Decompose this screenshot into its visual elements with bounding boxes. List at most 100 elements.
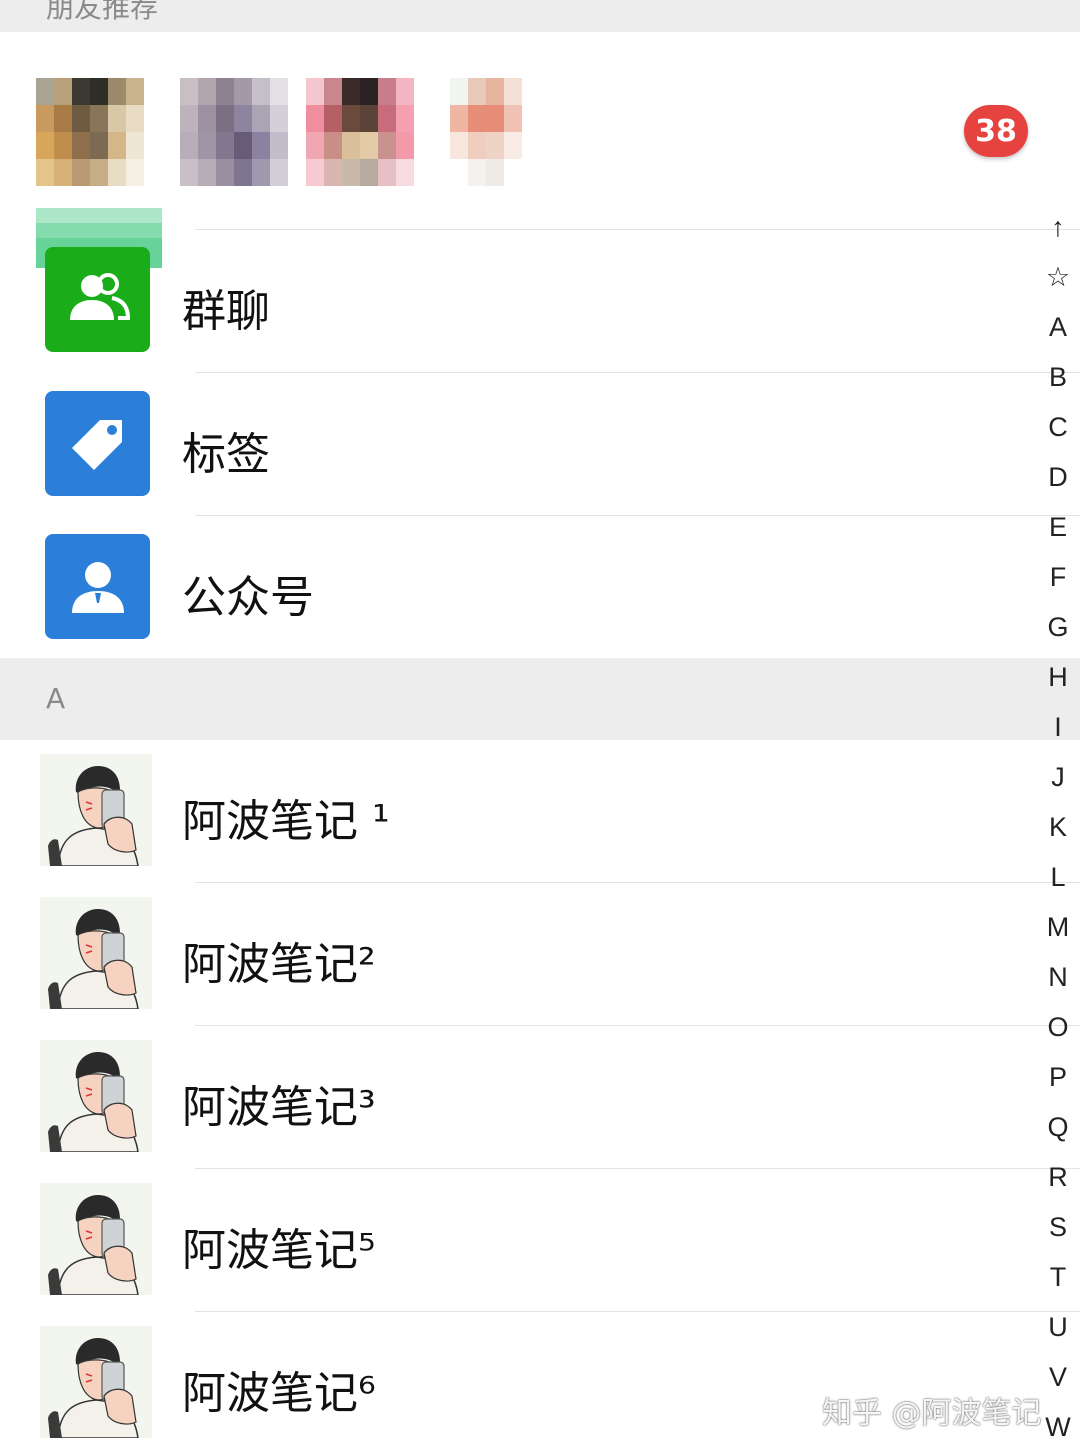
index-letter[interactable]: V [1036, 1362, 1080, 1393]
unread-badge: 38 [964, 105, 1028, 157]
entry-label: 群聊 [182, 286, 270, 337]
avatar-pixel [90, 159, 108, 186]
contact-row[interactable]: 阿波笔记 ¹ [0, 741, 1040, 884]
index-letter[interactable]: C [1036, 412, 1080, 443]
contact-row[interactable]: 阿波笔记⁶ [0, 1313, 1040, 1454]
index-letter[interactable]: L [1036, 862, 1080, 893]
avatar-pixel [36, 78, 54, 105]
avatar-pixel [540, 105, 558, 132]
avatar-pixel [198, 159, 216, 186]
avatar-pixel [540, 78, 558, 105]
index-letter[interactable]: P [1036, 1062, 1080, 1093]
contact-avatar [40, 1183, 152, 1295]
recommend-avatar-3[interactable] [306, 78, 414, 186]
avatar-pixel [90, 105, 108, 132]
index-letter[interactable]: O [1036, 1012, 1080, 1043]
entry-tags[interactable]: 标签 [0, 374, 1040, 516]
contact-avatar [40, 754, 152, 866]
avatar-pixel [252, 159, 270, 186]
index-letter[interactable]: K [1036, 812, 1080, 843]
watermark: 知乎 @阿波笔记 [822, 1396, 1042, 1431]
avatar-pixel [378, 78, 396, 105]
avatar-pixel [180, 159, 198, 186]
avatar-pixel [360, 159, 378, 186]
index-letter[interactable]: E [1036, 512, 1080, 543]
avatar-pixel [486, 132, 504, 159]
avatar-pixel [234, 105, 252, 132]
avatar-pixel [252, 78, 270, 105]
index-letter[interactable]: U [1036, 1312, 1080, 1343]
contact-name: 阿波笔记² [182, 939, 376, 990]
index-letter[interactable]: H [1036, 662, 1080, 693]
index-letter[interactable]: J [1036, 762, 1080, 793]
index-letter[interactable]: G [1036, 612, 1080, 643]
avatar-pixel [126, 105, 144, 132]
avatar-pixel [270, 159, 288, 186]
avatar-pixel [450, 132, 468, 159]
divider [195, 1025, 1080, 1026]
index-letter[interactable]: B [1036, 362, 1080, 393]
section-header-a: A [0, 658, 1080, 740]
contact-name: 阿波笔记³ [182, 1082, 376, 1133]
avatar-pixel [126, 159, 144, 186]
avatar-pixel [396, 132, 414, 159]
avatar-pixel [54, 78, 72, 105]
index-letter[interactable]: I [1036, 712, 1080, 743]
avatar-pixel [72, 78, 90, 105]
avatar-pixel [378, 105, 396, 132]
avatar-pixel [396, 78, 414, 105]
contact-row[interactable]: 阿波笔记³ [0, 1027, 1040, 1170]
index-letter[interactable]: ↑ [1036, 212, 1080, 243]
contact-row[interactable]: 阿波笔记⁵ [0, 1170, 1040, 1313]
recommend-avatar-1[interactable] [36, 78, 144, 186]
index-letter[interactable]: R [1036, 1162, 1080, 1193]
entry-official-accounts[interactable]: 公众号 [0, 517, 1040, 659]
index-letter[interactable]: A [1036, 312, 1080, 343]
divider [195, 882, 1080, 883]
avatar-pixel [180, 105, 198, 132]
index-letter[interactable]: F [1036, 562, 1080, 593]
avatar-pixel [522, 78, 540, 105]
divider [195, 515, 1080, 516]
avatar-pixel [522, 105, 540, 132]
divider [195, 1311, 1080, 1312]
avatar-pixel [234, 78, 252, 105]
friend-recommend-header: 朋友推荐 [0, 0, 1080, 32]
index-letter[interactable]: N [1036, 962, 1080, 993]
index-letter[interactable]: T [1036, 1262, 1080, 1293]
index-letter[interactable]: M [1036, 912, 1080, 943]
avatar-pixel [450, 159, 468, 186]
recommend-avatar-2[interactable] [180, 78, 288, 186]
alphabet-index-bar[interactable]: ↑ ☆ A B C D E F G H I J K L M N O P Q R S T U V W [1036, 212, 1080, 1454]
index-letter[interactable]: Q [1036, 1112, 1080, 1143]
avatar-pixel [468, 78, 486, 105]
recommend-avatar-4[interactable] [450, 78, 558, 186]
avatar-pixel [216, 105, 234, 132]
index-letter[interactable]: D [1036, 462, 1080, 493]
avatar-pixel [324, 105, 342, 132]
index-letter[interactable]: S [1036, 1212, 1080, 1243]
avatar-pixel [270, 105, 288, 132]
avatar-pixel [180, 132, 198, 159]
avatar-pixel [450, 78, 468, 105]
contact-row[interactable]: 阿波笔记² [0, 884, 1040, 1027]
index-letter[interactable]: ☆ [1036, 262, 1080, 293]
avatar-pixel [306, 159, 324, 186]
avatar-pixel [108, 132, 126, 159]
index-letter[interactable]: W [1036, 1412, 1080, 1443]
avatar-pixel [216, 159, 234, 186]
avatar-pixel [504, 105, 522, 132]
friend-recommend-row[interactable]: 38 [0, 32, 1080, 230]
avatar-pixel [108, 105, 126, 132]
avatar-pixel [252, 132, 270, 159]
friend-recommend-title: 朋友推荐 [46, 0, 159, 24]
avatar-pixel [522, 132, 540, 159]
entry-group-chats[interactable]: 群聊 [0, 231, 1040, 373]
avatar-pixel [396, 105, 414, 132]
avatar-pixel [468, 132, 486, 159]
avatar-pixel [108, 78, 126, 105]
avatar-pixel [378, 159, 396, 186]
avatar-pixel [270, 78, 288, 105]
avatar-pixel [342, 78, 360, 105]
avatar-pixel [198, 105, 216, 132]
